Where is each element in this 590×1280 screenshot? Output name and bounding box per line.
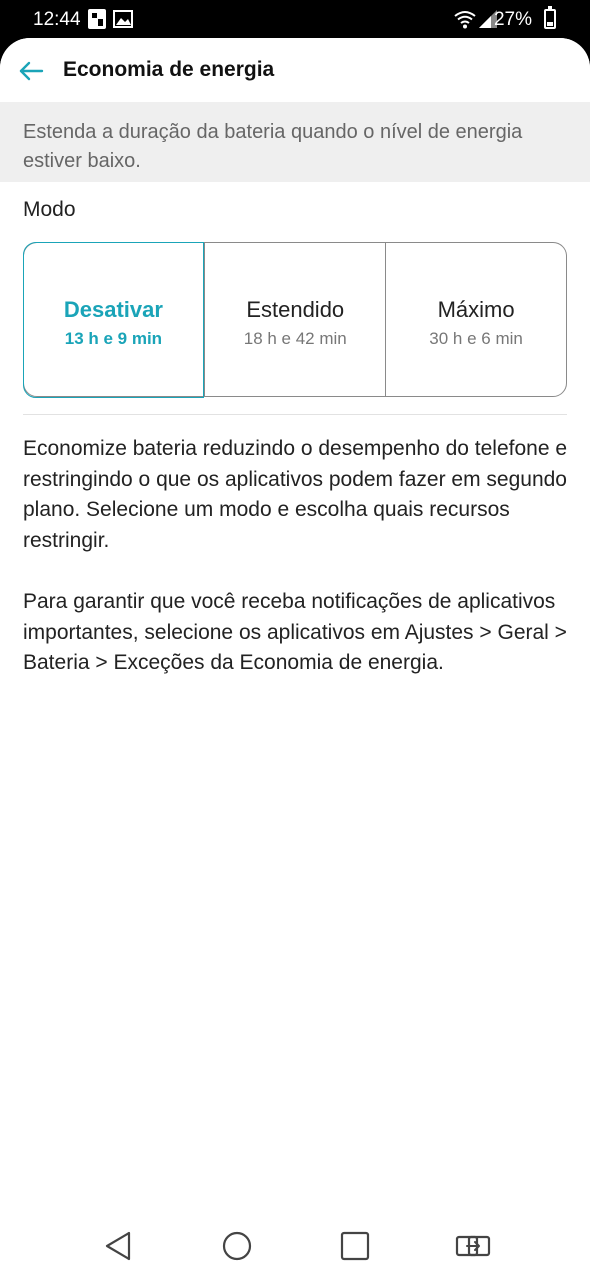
mode-option-maximo[interactable]: Máximo 30 h e 6 min <box>385 243 566 396</box>
arrow-left-icon[interactable] <box>14 54 48 88</box>
mode-option-desativar[interactable]: Desativar 13 h e 9 min <box>22 241 205 398</box>
mode-option-time: 13 h e 9 min <box>64 328 163 348</box>
app-bar: Economia de energia <box>0 38 590 102</box>
mode-option-time: 18 h e 42 min <box>243 329 347 348</box>
divider <box>23 414 567 415</box>
battery-percent: 27% <box>493 9 532 30</box>
navigation-bar <box>0 1206 590 1280</box>
screen: Economia de energia Estenda a duração da… <box>0 38 590 1280</box>
mode-selector: Desativar 13 h e 9 min Estendido 18 h e … <box>22 241 567 398</box>
dual-window-icon[interactable] <box>453 1226 493 1266</box>
image-icon <box>113 10 133 28</box>
mode-option-estendido[interactable]: Estendido 18 h e 42 min <box>204 243 385 396</box>
back-triangle-icon[interactable] <box>99 1226 139 1266</box>
mode-label: Modo <box>23 198 76 221</box>
wifi-icon <box>454 11 476 29</box>
description-text: Economize bateria reduzindo o desempenho… <box>23 437 568 552</box>
mode-option-name: Máximo <box>437 297 515 322</box>
exceptions-text: Para garantir que você receba notificaçõ… <box>23 590 567 674</box>
page-title: Economia de energia <box>63 58 275 81</box>
sim-card-icon <box>88 9 106 29</box>
recents-square-icon[interactable] <box>335 1226 375 1266</box>
mode-option-time: 30 h e 6 min <box>429 329 523 348</box>
mode-option-name: Desativar <box>63 296 163 322</box>
info-banner: Estenda a duração da bateria quando o ní… <box>0 102 590 182</box>
status-time: 12:44 <box>33 9 81 30</box>
home-circle-icon[interactable] <box>217 1226 257 1266</box>
status-bar: 12:44 27% <box>0 0 590 40</box>
battery-icon <box>544 6 556 29</box>
mode-option-name: Estendido <box>246 297 345 322</box>
